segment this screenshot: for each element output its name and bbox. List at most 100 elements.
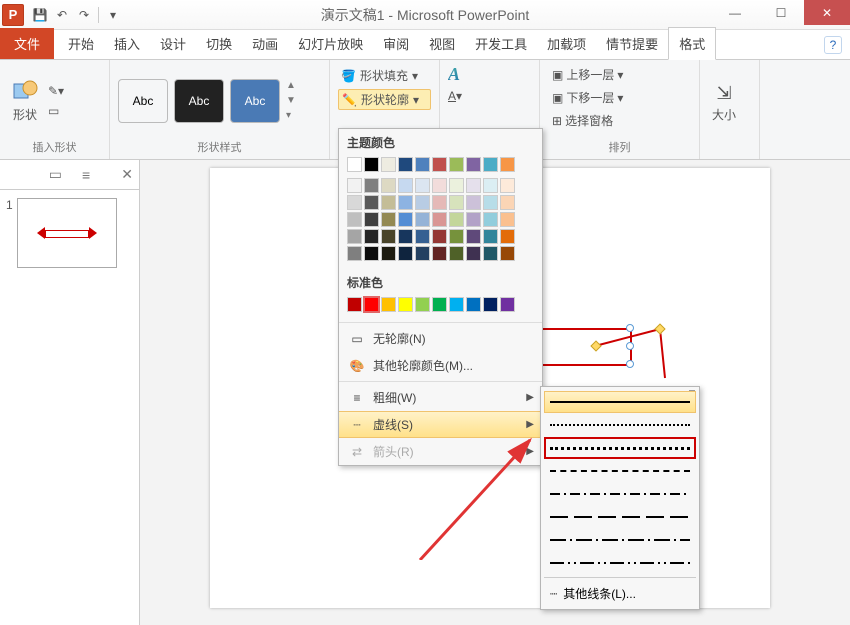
size-button[interactable]: ⇲ 大小 <box>708 81 740 125</box>
color-swatch[interactable] <box>347 195 362 210</box>
qat-dropdown-icon[interactable]: ▾ <box>105 7 121 23</box>
color-swatch[interactable] <box>500 195 515 210</box>
color-swatch[interactable] <box>432 246 447 261</box>
tab-review[interactable]: 审阅 <box>373 28 419 59</box>
dash-round-dot[interactable] <box>544 414 696 436</box>
style-gallery-more-icon[interactable]: ▾ <box>286 110 296 121</box>
tab-animations[interactable]: 动画 <box>242 28 288 59</box>
shape-fill-button[interactable]: 🪣 形状填充▾ <box>338 66 431 85</box>
send-backward-button[interactable]: ▣ 下移一层 ▾ <box>548 87 627 108</box>
color-swatch[interactable] <box>364 157 379 172</box>
color-swatch[interactable] <box>483 195 498 210</box>
color-swatch[interactable] <box>347 157 362 172</box>
more-colors-item[interactable]: 🎨 其他轮廓颜色(M)... <box>339 352 542 379</box>
color-swatch[interactable] <box>449 195 464 210</box>
wordart-a-icon[interactable]: A <box>448 64 460 85</box>
color-swatch[interactable] <box>415 178 430 193</box>
color-swatch[interactable] <box>432 157 447 172</box>
color-swatch[interactable] <box>500 297 515 312</box>
tab-slideshow[interactable]: 幻灯片放映 <box>288 28 373 59</box>
tab-file[interactable]: 文件 <box>0 28 54 59</box>
color-swatch[interactable] <box>449 229 464 244</box>
color-swatch[interactable] <box>432 212 447 227</box>
color-swatch[interactable] <box>466 212 481 227</box>
color-swatch[interactable] <box>415 212 430 227</box>
tab-format[interactable]: 格式 <box>668 27 716 60</box>
color-swatch[interactable] <box>381 157 396 172</box>
color-swatch[interactable] <box>364 297 379 312</box>
color-swatch[interactable] <box>398 212 413 227</box>
tab-home[interactable]: 开始 <box>58 28 104 59</box>
dash-square-dot[interactable] <box>544 437 696 459</box>
color-swatch[interactable] <box>364 246 379 261</box>
color-swatch[interactable] <box>483 229 498 244</box>
color-swatch[interactable] <box>364 212 379 227</box>
pane-close-icon[interactable]: ✕ <box>121 166 133 183</box>
tab-design[interactable]: 设计 <box>150 28 196 59</box>
color-swatch[interactable] <box>347 246 362 261</box>
undo-icon[interactable]: ↶ <box>54 7 70 23</box>
tab-addins[interactable]: 加载项 <box>537 28 596 59</box>
color-swatch[interactable] <box>398 195 413 210</box>
color-swatch[interactable] <box>398 246 413 261</box>
color-swatch[interactable] <box>500 246 515 261</box>
close-button[interactable]: ✕ <box>804 0 850 25</box>
style-gallery-down-icon[interactable]: ▼ <box>286 95 296 106</box>
color-swatch[interactable] <box>347 297 362 312</box>
color-swatch[interactable] <box>483 157 498 172</box>
color-swatch[interactable] <box>415 229 430 244</box>
tab-transitions[interactable]: 切换 <box>196 28 242 59</box>
style-swatch-2[interactable]: Abc <box>174 79 224 123</box>
color-swatch[interactable] <box>398 157 413 172</box>
color-swatch[interactable] <box>500 157 515 172</box>
dash-solid[interactable] <box>544 391 696 413</box>
maximize-button[interactable]: ☐ <box>758 0 804 25</box>
no-outline-item[interactable]: ▭ 无轮廓(N) <box>339 325 542 352</box>
style-swatch-3[interactable]: Abc <box>230 79 280 123</box>
color-swatch[interactable] <box>466 229 481 244</box>
color-swatch[interactable] <box>500 229 515 244</box>
dash-dash-dot[interactable] <box>544 483 696 505</box>
color-swatch[interactable] <box>381 229 396 244</box>
color-swatch[interactable] <box>432 195 447 210</box>
tab-developer[interactable]: 开发工具 <box>465 28 537 59</box>
color-swatch[interactable] <box>449 157 464 172</box>
shape-outline-button[interactable]: ✏️ 形状轮廓▾ <box>338 89 431 110</box>
dash-long-dash[interactable] <box>544 506 696 528</box>
color-swatch[interactable] <box>381 246 396 261</box>
color-swatch[interactable] <box>347 212 362 227</box>
slide-thumbnail-1[interactable]: 1 <box>0 190 139 276</box>
tab-view[interactable]: 视图 <box>419 28 465 59</box>
bring-forward-button[interactable]: ▣ 上移一层 ▾ <box>548 64 627 85</box>
color-swatch[interactable] <box>466 157 481 172</box>
color-swatch[interactable] <box>449 246 464 261</box>
color-swatch[interactable] <box>415 297 430 312</box>
color-swatch[interactable] <box>381 178 396 193</box>
color-swatch[interactable] <box>432 229 447 244</box>
color-swatch[interactable] <box>398 297 413 312</box>
dashes-item[interactable]: ┈ 虚线(S) ▶ <box>339 411 542 438</box>
color-swatch[interactable] <box>483 178 498 193</box>
dash-long-dash-dot[interactable] <box>544 529 696 551</box>
color-swatch[interactable] <box>381 297 396 312</box>
tab-storyboard[interactable]: 情节提要 <box>596 28 668 59</box>
style-swatch-1[interactable]: Abc <box>118 79 168 123</box>
color-swatch[interactable] <box>500 178 515 193</box>
color-swatch[interactable] <box>449 178 464 193</box>
color-swatch[interactable] <box>347 178 362 193</box>
weight-item[interactable]: ≡ 粗细(W) ▶ <box>339 384 542 411</box>
text-box-icon[interactable]: ▭ <box>48 104 64 118</box>
slides-tab-icon[interactable]: ▭ <box>49 166 62 183</box>
color-swatch[interactable] <box>364 178 379 193</box>
color-swatch[interactable] <box>381 212 396 227</box>
color-swatch[interactable] <box>432 297 447 312</box>
color-swatch[interactable] <box>398 178 413 193</box>
color-swatch[interactable] <box>364 195 379 210</box>
color-swatch[interactable] <box>449 212 464 227</box>
color-swatch[interactable] <box>381 195 396 210</box>
color-swatch[interactable] <box>415 195 430 210</box>
color-swatch[interactable] <box>415 246 430 261</box>
edit-shape-icon[interactable]: ✎▾ <box>48 84 64 98</box>
style-gallery-up-icon[interactable]: ▲ <box>286 80 296 91</box>
color-swatch[interactable] <box>398 229 413 244</box>
